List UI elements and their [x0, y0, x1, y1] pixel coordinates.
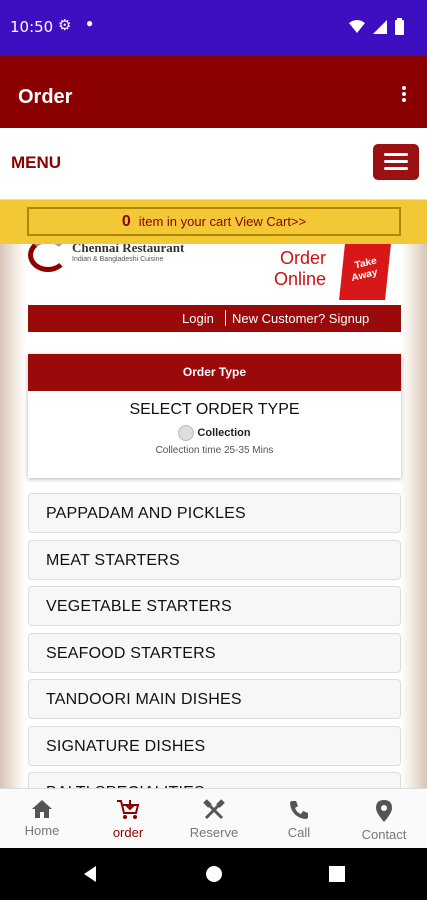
cart-icon — [117, 800, 140, 819]
collection-time: Collection time 25-35 Mins — [155, 445, 274, 456]
restaurant-subtitle: Indian & Bangladeshi Cuisine — [72, 256, 164, 263]
fork-knife-icon — [203, 799, 225, 820]
collection-option[interactable]: Collection — [28, 425, 401, 441]
nav-home[interactable]: Home — [2, 789, 82, 838]
battery-icon — [395, 20, 404, 35]
back-icon — [84, 866, 96, 882]
login-link[interactable]: Login — [182, 305, 214, 332]
overflow-menu-icon[interactable] — [395, 84, 413, 108]
home-icon — [32, 800, 52, 818]
phone-icon — [290, 801, 308, 819]
category-item[interactable]: SEAFOOD STARTERS — [28, 632, 401, 673]
wifi-icon — [349, 20, 365, 33]
category-item[interactable]: SIGNATURE DISHES — [28, 725, 401, 766]
order-online-text: Order Online — [274, 248, 327, 289]
recents-icon — [329, 866, 345, 882]
settings-gear-icon: ⚙ — [58, 17, 72, 34]
category-item[interactable]: TANDOORI MAIN DISHES — [28, 679, 401, 719]
menu-label: MENU — [11, 153, 62, 172]
category-item[interactable]: PAPPADAM AND PICKLES — [28, 493, 401, 533]
system-icons — [347, 18, 417, 41]
site-menu-bar: MENU — [0, 128, 427, 200]
select-order-type-title: SELECT ORDER TYPE — [129, 401, 300, 418]
cart-count: 0 — [121, 213, 131, 230]
restaurant-logo-icon — [28, 244, 68, 272]
status-bar: 10:50 ⚙ ● — [0, 0, 427, 56]
cart-bar: 0 item in your cart View Cart>> — [0, 200, 427, 244]
collection-radio[interactable] — [178, 425, 195, 441]
system-navigation-bar — [0, 848, 427, 900]
hamburger-menu-button[interactable] — [373, 144, 419, 180]
view-cart-link[interactable]: 0 item in your cart View Cart>> — [27, 207, 401, 236]
status-time: 10:50 — [10, 18, 54, 36]
app-bar: Order — [0, 56, 427, 128]
cart-text: item in your cart View Cart>> — [138, 214, 307, 229]
notification-dot-icon: ● — [86, 16, 94, 30]
account-bar: Login New Customer? Signup — [28, 305, 401, 332]
category-item[interactable]: BALTI SPECIALITIES — [28, 772, 401, 788]
nav-call[interactable]: Call — [259, 789, 339, 840]
order-type-card: Order Type SELECT ORDER TYPE Collection … — [28, 354, 401, 478]
order-type-header: Order Type — [28, 354, 401, 391]
home-button-icon — [206, 866, 222, 882]
signal-icon — [373, 20, 387, 34]
category-item[interactable]: VEGETABLE STARTERS — [28, 586, 401, 626]
takeaway-bag-icon: Take Away — [339, 244, 391, 300]
category-item[interactable]: MEAT STARTERS — [28, 539, 401, 580]
page-title: Order — [18, 86, 73, 108]
nav-contact[interactable]: Contact — [344, 789, 424, 842]
category-list: PAPPADAM AND PICKLES MEAT STARTERS VEGET… — [28, 493, 401, 788]
signup-link[interactable]: New Customer? Signup — [232, 305, 369, 332]
bottom-navigation: Home order Reserve Call Contact — [0, 788, 427, 848]
nav-order[interactable]: order — [88, 789, 168, 840]
restaurant-banner: Chennai Restaurant Indian & Bangladeshi … — [28, 244, 402, 302]
nav-reserve[interactable]: Reserve — [174, 789, 254, 840]
location-pin-icon — [376, 800, 392, 822]
divider — [225, 310, 226, 326]
restaurant-name: Chennai Restaurant — [72, 244, 185, 255]
main-content[interactable]: Chennai Restaurant Indian & Bangladeshi … — [0, 244, 427, 788]
